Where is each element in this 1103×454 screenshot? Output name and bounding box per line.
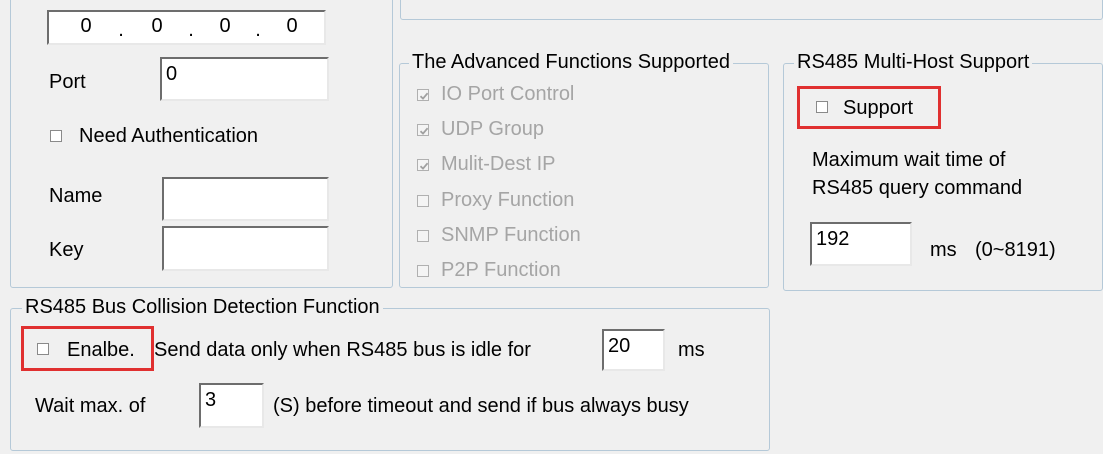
max-wait-range: (0~8191)	[975, 239, 1056, 261]
key-label: Key	[49, 239, 84, 261]
max-wait-input[interactable]: 192	[810, 222, 912, 266]
max-wait-description-line2: RS485 query command	[812, 177, 1023, 199]
advanced-functions-title: The Advanced Functions Supported	[409, 51, 733, 73]
wait-max-label: Wait max. of	[35, 395, 146, 417]
collision-detection-title: RS485 Bus Collision Detection Function	[22, 296, 383, 318]
checkmark-icon	[419, 92, 429, 100]
multihost-support-title: RS485 Multi-Host Support	[794, 51, 1033, 73]
advanced-item-label: P2P Function	[441, 259, 561, 281]
advanced-item-label: SNMP Function	[441, 224, 581, 246]
ip-octet-1: 0	[80, 15, 92, 37]
wait-max-suffix: (S) before timeout and send if bus alway…	[273, 395, 689, 417]
ip-dot-3: .	[255, 19, 261, 41]
need-authentication-label: Need Authentication	[79, 125, 259, 147]
advanced-item-checkbox	[417, 195, 429, 207]
wait-max-input[interactable]: 3	[199, 383, 264, 428]
max-wait-description-line1: Maximum wait time of	[812, 149, 1006, 171]
port-label: Port	[49, 71, 86, 93]
name-input[interactable]	[162, 177, 329, 221]
advanced-item-label: IO Port Control	[441, 83, 575, 105]
ip-octet-3: 0	[219, 15, 231, 37]
ip-dot-2: .	[188, 19, 194, 41]
advanced-item-checkbox	[417, 230, 429, 242]
idle-time-input[interactable]: 20	[602, 329, 665, 371]
support-label: Support	[843, 97, 914, 119]
idle-description: Send data only when RS485 bus is idle fo…	[154, 339, 531, 361]
ip-address-field[interactable]: 0 . 0 . 0 . 0	[47, 10, 326, 45]
advanced-item-label: Proxy Function	[441, 189, 575, 211]
checkmark-icon	[419, 127, 429, 135]
advanced-item-checkbox	[417, 265, 429, 277]
advanced-item-checkbox	[417, 124, 429, 136]
advanced-item-label: Mulit-Dest IP	[441, 153, 556, 175]
advanced-item-checkbox	[417, 89, 429, 101]
enable-collision-label: Enalbe.	[67, 339, 135, 361]
max-wait-unit: ms	[930, 239, 957, 261]
ip-dot-1: .	[118, 19, 124, 41]
enable-collision-checkbox[interactable]	[37, 343, 49, 355]
ip-octet-4: 0	[286, 15, 298, 37]
ip-octet-2: 0	[151, 15, 163, 37]
top-empty-group	[400, 0, 1103, 20]
support-checkbox[interactable]	[816, 101, 828, 113]
checkmark-icon	[419, 162, 429, 170]
port-input[interactable]: 0	[160, 57, 329, 101]
advanced-item-label: UDP Group	[441, 118, 545, 140]
key-input[interactable]	[162, 226, 329, 271]
idle-time-unit: ms	[678, 339, 705, 361]
name-label: Name	[49, 185, 103, 207]
advanced-item-checkbox	[417, 159, 429, 171]
need-authentication-checkbox[interactable]	[50, 130, 62, 142]
